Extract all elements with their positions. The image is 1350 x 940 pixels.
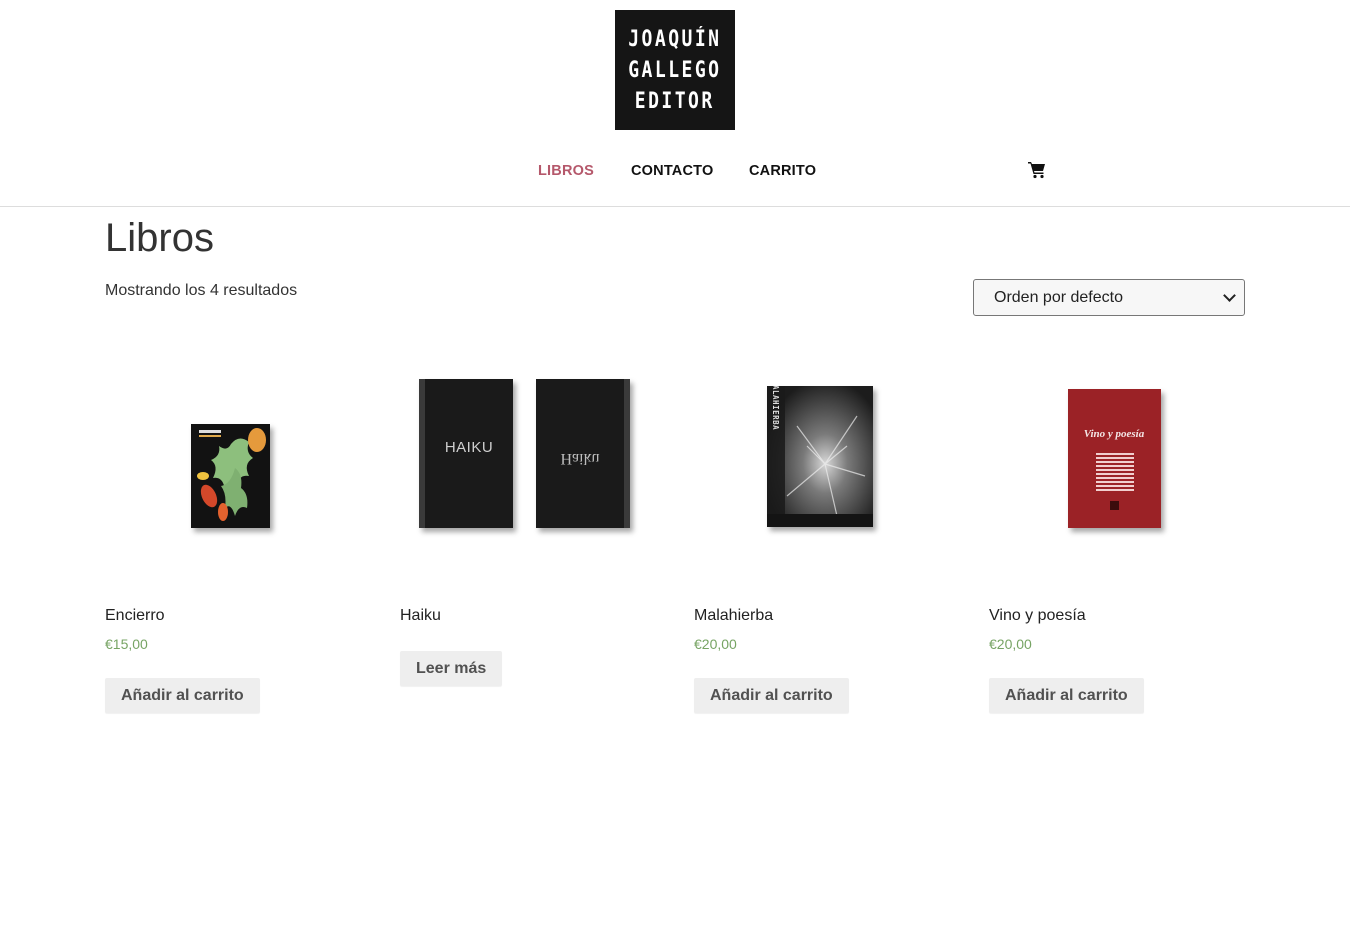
logo-line-3: EDITOR: [635, 88, 715, 114]
add-to-cart-button[interactable]: Añadir al carrito: [105, 678, 260, 713]
product-price: €20,00: [989, 636, 1032, 652]
shopping-cart-icon[interactable]: [1027, 160, 1047, 180]
haiku-cover-back: Haiku: [536, 379, 630, 528]
product-price: €15,00: [105, 636, 148, 652]
result-count: Mostrando los 4 resultados: [105, 282, 298, 299]
header-divider: [0, 206, 1350, 207]
product-title[interactable]: Malahierba: [694, 607, 773, 625]
product-title[interactable]: Haiku: [400, 607, 441, 625]
add-to-cart-button[interactable]: Añadir al carrito: [694, 678, 849, 713]
nav-item-libros[interactable]: LIBROS: [538, 163, 594, 179]
page-title: Libros: [105, 216, 214, 260]
logo-line-2: GALLEGO: [628, 57, 722, 83]
add-to-cart-button[interactable]: Añadir al carrito: [989, 678, 1144, 713]
product-price: €20,00: [694, 636, 737, 652]
chevron-down-icon: [1223, 288, 1236, 302]
read-more-button[interactable]: Leer más: [400, 651, 503, 686]
product-image[interactable]: [105, 340, 375, 590]
product-title[interactable]: Encierro: [105, 607, 165, 625]
product-title[interactable]: Vino y poesía: [989, 607, 1086, 625]
site-logo[interactable]: JOAQUÍN GALLEGO EDITOR: [615, 10, 735, 130]
haiku-cover-front: HAIKU: [419, 379, 513, 528]
nav-item-contacto[interactable]: CONTACTO: [631, 163, 713, 179]
malahierba-spine-text: MALAHIERBA: [771, 386, 780, 430]
haiku-back-title: Haiku: [560, 450, 600, 467]
logo-line-1: JOAQUÍN: [628, 26, 722, 52]
orderby-select[interactable]: Orden por defecto: [973, 279, 1245, 316]
vino-poesia-cover-image: Vino y poesía: [1068, 389, 1161, 528]
haiku-front-title: HAIKU: [444, 439, 494, 456]
encierro-cover-image: [191, 424, 270, 528]
vino-poesia-cover-title: Vino y poesía: [1084, 428, 1145, 440]
product-image[interactable]: HAIKU Haiku: [400, 340, 670, 590]
malahierba-cover-image: MALAHIERBA: [767, 386, 873, 527]
product-image[interactable]: Vino y poesía: [989, 340, 1259, 590]
main-nav: LIBROS CONTACTO CARRITO: [0, 163, 1350, 183]
orderby-selected-value: Orden por defecto: [994, 288, 1123, 306]
nav-item-carrito[interactable]: CARRITO: [749, 163, 816, 179]
product-image[interactable]: MALAHIERBA: [694, 340, 964, 590]
